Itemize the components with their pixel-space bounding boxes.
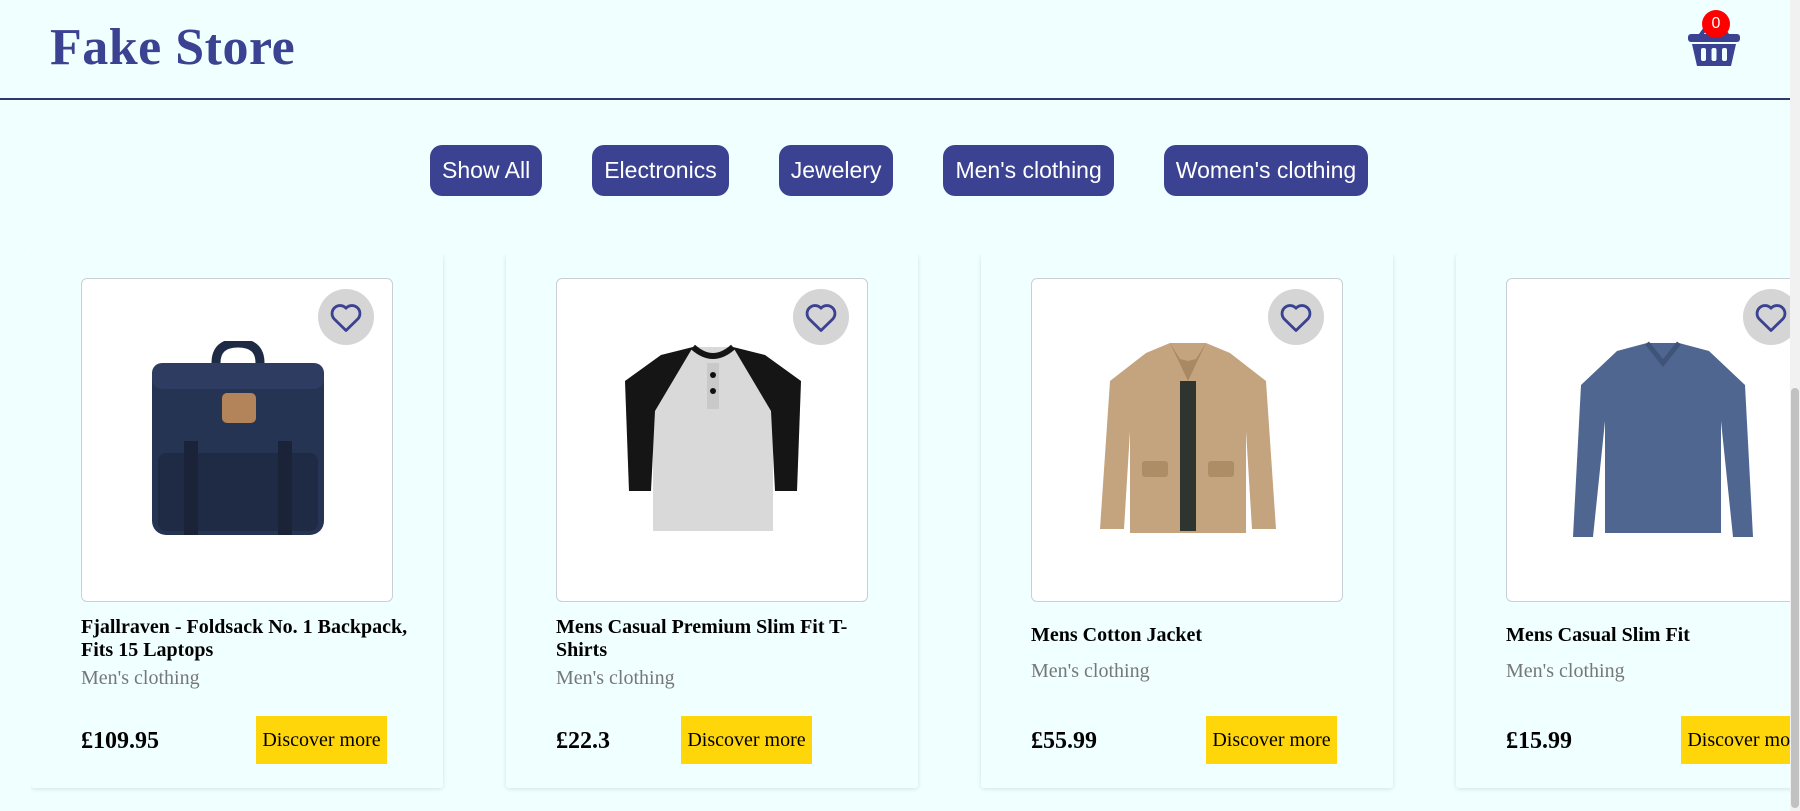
heart-icon bbox=[1280, 304, 1312, 332]
product-card: Mens Casual Slim Fit Men's clothing £15.… bbox=[1456, 254, 1790, 788]
product-card: Fjallraven - Foldsack No. 1 Backpack, Fi… bbox=[31, 254, 443, 788]
cart-count-badge: 0 bbox=[1702, 10, 1730, 38]
product-image-frame bbox=[1031, 278, 1343, 602]
heart-icon bbox=[1755, 304, 1787, 332]
product-title[interactable]: Mens Casual Slim Fit bbox=[1506, 624, 1790, 647]
favorite-button[interactable] bbox=[793, 289, 849, 345]
tshirt-image bbox=[625, 344, 801, 531]
longsleeve-image bbox=[1573, 341, 1753, 537]
filter-show-all-button[interactable]: Show All bbox=[430, 145, 543, 196]
backpack-image bbox=[152, 341, 324, 535]
product-price: £15.99 bbox=[1506, 728, 1572, 754]
filter-mens-clothing-button[interactable]: Men's clothing bbox=[943, 145, 1114, 196]
product-category: Men's clothing bbox=[81, 667, 200, 689]
filter-electronics-button[interactable]: Electronics bbox=[592, 145, 729, 196]
discover-more-button[interactable]: Discover more bbox=[681, 716, 812, 764]
product-price: £22.3 bbox=[556, 728, 610, 754]
product-category: Men's clothing bbox=[556, 667, 675, 689]
site-header: Fake Store 0 bbox=[0, 0, 1790, 100]
product-title[interactable]: Mens Cotton Jacket bbox=[1031, 624, 1361, 647]
discover-more-button[interactable]: Discover more bbox=[256, 716, 387, 764]
favorite-button[interactable] bbox=[1268, 289, 1324, 345]
discover-more-button[interactable]: Discover more bbox=[1206, 716, 1337, 764]
product-image-frame bbox=[556, 278, 868, 602]
product-title[interactable]: Mens Casual Premium Slim Fit T-Shirts bbox=[556, 616, 886, 662]
product-grid: Fjallraven - Foldsack No. 1 Backpack, Fi… bbox=[31, 254, 1790, 811]
product-category: Men's clothing bbox=[1506, 660, 1625, 682]
filter-womens-clothing-button[interactable]: Women's clothing bbox=[1163, 145, 1369, 196]
heart-icon bbox=[330, 304, 362, 332]
product-card: Mens Casual Premium Slim Fit T-Shirts Me… bbox=[506, 254, 918, 788]
product-card: Mens Cotton Jacket Men's clothing £55.99… bbox=[981, 254, 1393, 788]
favorite-button[interactable] bbox=[318, 289, 374, 345]
favorite-button[interactable] bbox=[1743, 289, 1790, 345]
product-title[interactable]: Fjallraven - Foldsack No. 1 Backpack, Fi… bbox=[81, 616, 411, 662]
product-price: £109.95 bbox=[81, 728, 159, 754]
product-price: £55.99 bbox=[1031, 728, 1097, 754]
product-image-frame bbox=[1506, 278, 1790, 602]
discover-more-button[interactable]: Discover more bbox=[1681, 716, 1790, 764]
product-image-frame bbox=[81, 278, 393, 602]
filter-jewelery-button[interactable]: Jewelery bbox=[778, 145, 894, 196]
heart-icon bbox=[805, 304, 837, 332]
category-filters: Show All Electronics Jewelery Men's clot… bbox=[430, 145, 1369, 196]
jacket-image bbox=[1100, 343, 1276, 533]
scrollbar-thumb[interactable] bbox=[1791, 388, 1799, 808]
product-category: Men's clothing bbox=[1031, 660, 1150, 682]
brand-title[interactable]: Fake Store bbox=[50, 18, 295, 77]
